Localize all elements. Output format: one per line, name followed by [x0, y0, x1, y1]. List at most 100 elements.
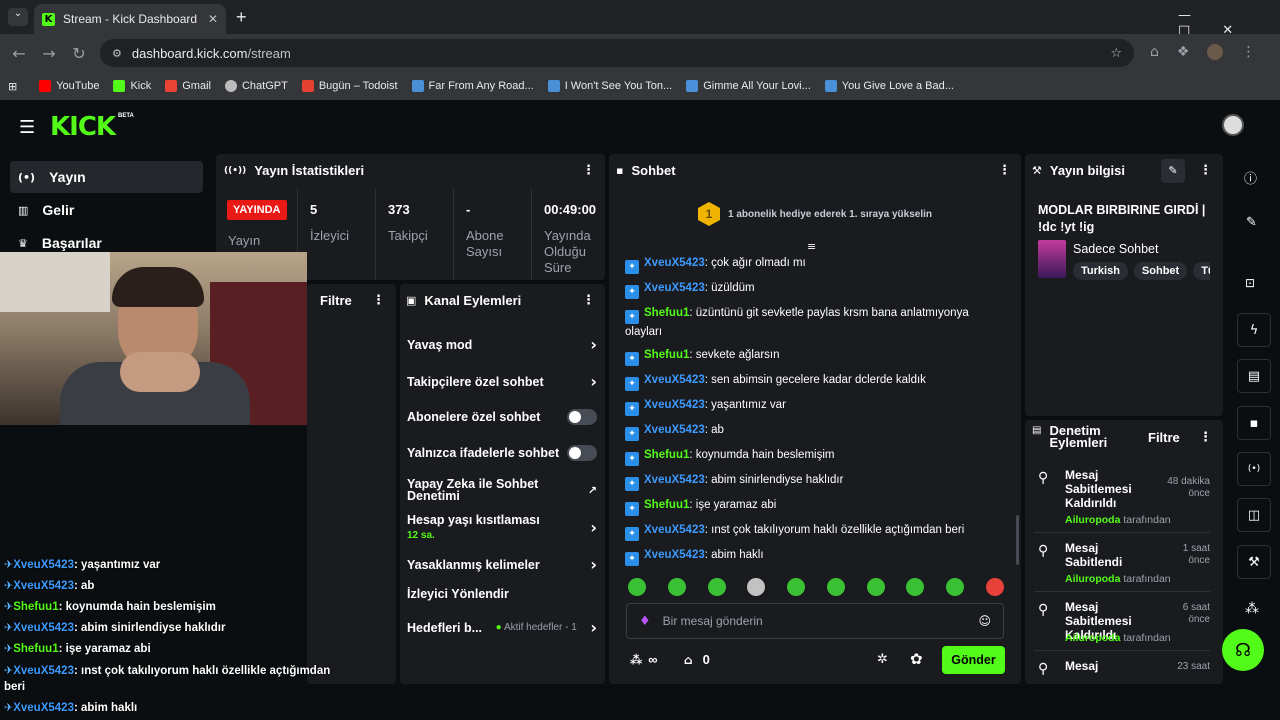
- emote-icon[interactable]: [866, 578, 885, 596]
- bookmark-kick[interactable]: Kick: [113, 80, 151, 92]
- followers-only-row[interactable]: Takipçilere özel sohbet ›: [407, 372, 597, 391]
- reload-icon[interactable]: ↻: [64, 44, 94, 63]
- emote-icon[interactable]: [707, 578, 726, 596]
- microphone-icon[interactable]: ♦: [639, 614, 651, 629]
- chat-input[interactable]: ♦ Bir mesaj gönderin ☺: [626, 603, 1004, 639]
- bookmark-star-icon[interactable]: ☆: [1110, 46, 1122, 61]
- extension-icon[interactable]: ⌂: [1150, 44, 1159, 60]
- tab-list-button[interactable]: ⌄: [8, 8, 28, 26]
- sub-badge-icon: ✦: [625, 352, 639, 366]
- sub-badge-icon: ✦: [625, 310, 639, 324]
- bookmark-todoist[interactable]: Bugün – Todoist: [301, 80, 398, 92]
- bookmark-youtube[interactable]: YouTube: [39, 80, 99, 92]
- quick-action-broadcast-icon[interactable]: (•): [1237, 452, 1271, 486]
- hair: [112, 267, 204, 307]
- emote-icon[interactable]: [667, 578, 686, 596]
- url-bar[interactable]: ⚙ dashboard.kick.com/stream ☆: [100, 39, 1134, 67]
- chat-message: ✦ XveuX5423: çok ağır olmadı mı: [625, 255, 995, 274]
- quick-action-wrench-icon[interactable]: ⚒: [1237, 545, 1271, 579]
- chat-message: ✦ Shefuu1: koynumda hain beslemişim: [625, 447, 995, 466]
- browser-menu-icon[interactable]: ⋮: [1241, 44, 1255, 60]
- subs-only-toggle[interactable]: [567, 409, 597, 425]
- tag-chip[interactable]: Turkish: [1073, 262, 1128, 280]
- site-info-icon[interactable]: ⚙: [112, 47, 122, 60]
- emote-icon[interactable]: [946, 578, 965, 596]
- chat-menu-icon[interactable]: ⋮: [998, 163, 1011, 178]
- channel-points[interactable]: ⁂ ∞: [630, 652, 658, 667]
- chat-bubble-icon: ▪: [616, 164, 624, 177]
- chat-filter-icon[interactable]: ≡: [807, 240, 816, 253]
- viewers-label: İzleyici: [310, 228, 350, 243]
- account-age-row[interactable]: Hesap yaşı kısıtlaması 12 sa. ›: [407, 513, 597, 541]
- sub-badge-icon: ✈: [4, 642, 14, 655]
- puzzle-icon[interactable]: ❖: [1177, 44, 1190, 60]
- chest-icon: ⌂: [684, 652, 693, 667]
- chat-scrollbar[interactable]: [1016, 515, 1019, 565]
- host-row[interactable]: İzleyici Yönlendir: [407, 587, 597, 601]
- stream-title: MODLAR BIRBIRINE GIRDİ | !dc !yt !ig: [1038, 203, 1206, 234]
- back-icon[interactable]: ←: [4, 44, 34, 63]
- sub-badge-icon: ✦: [625, 527, 639, 541]
- emote-icon[interactable]: [787, 578, 806, 596]
- screenshot-icon[interactable]: ⊡: [1245, 276, 1255, 290]
- stats-menu-icon[interactable]: ⋮: [582, 163, 595, 178]
- tag-chip[interactable]: Sohbet: [1133, 262, 1188, 280]
- apps-grid-icon[interactable]: ⊞: [8, 80, 17, 93]
- emote-icon[interactable]: [906, 578, 925, 596]
- emote-only-toggle[interactable]: [567, 445, 597, 461]
- channel-actions-menu-icon[interactable]: ⋮: [582, 293, 595, 308]
- tag-chip[interactable]: Türk: [1193, 262, 1210, 280]
- page-icon: [686, 80, 699, 92]
- moderation-menu-icon[interactable]: ⋮: [1199, 430, 1212, 445]
- quick-action-lightning-icon[interactable]: ϟ: [1237, 313, 1271, 347]
- bookmark-song-3[interactable]: Gimme All Your Lovi...: [686, 80, 811, 92]
- bookmark-song-4[interactable]: You Give Love a Bad...: [824, 80, 954, 92]
- bookmark-song-2[interactable]: I Won't See You Ton...: [547, 80, 672, 92]
- forward-icon[interactable]: →: [34, 44, 64, 63]
- points-icon[interactable]: ⁂: [1245, 601, 1259, 617]
- quick-action-layout-icon[interactable]: ◫: [1237, 498, 1271, 532]
- tab-close-icon[interactable]: ✕: [208, 12, 218, 26]
- new-tab-button[interactable]: +: [236, 7, 247, 28]
- emote-icon[interactable]: [628, 578, 646, 596]
- emote-puzzle-icon[interactable]: ✿: [910, 650, 923, 668]
- bookmark-song-1[interactable]: Far From Any Road...: [411, 80, 534, 92]
- edit-pencil-icon[interactable]: ✎: [1161, 159, 1185, 183]
- category-name[interactable]: Sadece Sohbet: [1073, 242, 1159, 256]
- send-button[interactable]: Gönder: [942, 646, 1005, 674]
- bookmark-gmail[interactable]: Gmail: [165, 80, 211, 92]
- edit-icon[interactable]: ✎: [1246, 215, 1257, 230]
- kick-logo[interactable]: KICK: [50, 112, 116, 142]
- emote-icon[interactable]: [826, 578, 845, 596]
- emote-icon[interactable]: [747, 578, 766, 596]
- sub-badge-icon: ✦: [625, 402, 639, 416]
- goals-row[interactable]: Hedefleri b... ● Aktif hedefler - 1 ›: [407, 618, 597, 637]
- info-icon[interactable]: ⓘ: [1244, 168, 1257, 187]
- treasure-chest[interactable]: ⌂ 0: [684, 652, 710, 667]
- subs-label: Abone Sayısı: [466, 228, 504, 259]
- sidebar-item-yayin[interactable]: (•) Yayın: [10, 161, 203, 193]
- bookmark-chatgpt[interactable]: ChatGPT: [224, 80, 288, 92]
- profile-avatar[interactable]: [1207, 44, 1224, 60]
- filter-menu-icon[interactable]: ⋮: [372, 293, 385, 308]
- chat-settings-icon[interactable]: ✲: [877, 652, 888, 667]
- wrench-icon: ⚒: [1032, 164, 1042, 177]
- hamburger-menu-icon[interactable]: ☰: [19, 117, 35, 138]
- quick-action-notes-icon[interactable]: ▤: [1237, 359, 1271, 393]
- sub-badge-icon: ✦: [625, 477, 639, 491]
- banned-words-row[interactable]: Yasaklanmış kelimeler ›: [407, 555, 597, 574]
- support-headset-icon[interactable]: ☊: [1222, 629, 1264, 671]
- category-thumbnail[interactable]: [1038, 240, 1066, 278]
- emoji-picker-icon[interactable]: ☺: [978, 614, 991, 628]
- emote-icon[interactable]: [985, 578, 1004, 596]
- browser-tab-active[interactable]: K Stream - Kick Dashboard ✕: [34, 4, 226, 34]
- page-icon: [411, 80, 424, 92]
- slow-mode-row[interactable]: Yavaş mod ›: [407, 335, 597, 354]
- sidebar-item-gelir[interactable]: ▥ Gelir: [10, 194, 203, 226]
- quick-action-chat-icon[interactable]: ▪: [1237, 406, 1271, 440]
- gift-leaderboard-banner[interactable]: 1 1 abonelik hediye ederek 1. sıraya yük…: [698, 202, 932, 226]
- stream-info-menu-icon[interactable]: ⋮: [1199, 163, 1212, 178]
- ai-moderation-row[interactable]: Yapay Zeka ile Sohbet Denetimi ↗: [407, 478, 597, 503]
- moderation-filter[interactable]: Filtre: [1148, 430, 1180, 445]
- user-avatar[interactable]: [1222, 114, 1244, 136]
